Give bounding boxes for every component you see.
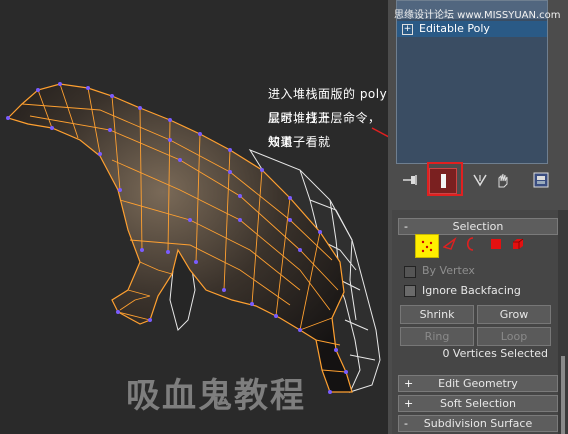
border-subobject-button[interactable] bbox=[463, 236, 479, 252]
by-vertex-checkbox[interactable] bbox=[404, 266, 416, 278]
annotation-line-3: 知道了 bbox=[268, 135, 306, 149]
pin-stack-icon bbox=[403, 175, 417, 185]
highlight-box bbox=[427, 162, 463, 196]
stack-item-label: Editable Poly bbox=[419, 22, 490, 35]
rollout-label: Soft Selection bbox=[440, 397, 516, 410]
element-icon bbox=[513, 238, 524, 249]
3d-viewport[interactable]: 进入堆栈面版的 poly 层时，打开 显示堆栈上层命令，效果一看就 知道了 吸血… bbox=[0, 0, 388, 434]
expand-sign: + bbox=[404, 377, 414, 390]
selection-rollout-header[interactable]: - Selection bbox=[398, 218, 558, 235]
element-subobject-button[interactable] bbox=[510, 236, 526, 252]
soft-selection-rollout[interactable]: + Soft Selection bbox=[398, 395, 558, 412]
by-vertex-label: By Vertex bbox=[422, 264, 475, 277]
shrink-button[interactable]: Shrink bbox=[400, 305, 474, 324]
subdivision-surface-rollout[interactable]: - Subdivision Surface bbox=[398, 415, 558, 432]
polygon-icon bbox=[491, 239, 501, 249]
remove-modifier-button[interactable] bbox=[492, 168, 514, 192]
ignore-backfacing-checkbox[interactable] bbox=[404, 285, 416, 297]
rollout-label: Edit Geometry bbox=[438, 377, 518, 390]
pin-stack-button[interactable] bbox=[398, 168, 422, 192]
configure-modifier-sets-icon bbox=[533, 172, 549, 188]
vertex-subobject-button[interactable] bbox=[415, 234, 439, 258]
remove-modifier-icon bbox=[498, 173, 508, 188]
ring-button[interactable]: Ring bbox=[400, 327, 474, 346]
selection-title: Selection bbox=[452, 220, 504, 233]
expand-sign: + bbox=[404, 397, 414, 410]
stack-item-editable-poly[interactable]: + Editable Poly bbox=[397, 21, 547, 37]
configure-modifier-sets-button[interactable] bbox=[530, 168, 552, 192]
site-watermark: 思缘设计论坛 www.MISSYUAN.com bbox=[394, 10, 561, 21]
polygon-subobject-button[interactable] bbox=[488, 236, 504, 252]
selection-status: 0 Vertices Selected bbox=[442, 347, 548, 360]
edge-subobject-button[interactable] bbox=[442, 236, 458, 252]
rollout-label: Subdivision Surface bbox=[423, 417, 533, 430]
watermark-text: 吸血鬼教程 bbox=[126, 376, 306, 416]
border-icon bbox=[466, 237, 474, 251]
loop-button[interactable]: Loop bbox=[477, 327, 551, 346]
collapse-sign: - bbox=[404, 220, 408, 233]
vertex-icon bbox=[421, 240, 433, 253]
make-unique-button[interactable] bbox=[469, 168, 491, 192]
grow-button[interactable]: Grow bbox=[477, 305, 551, 324]
collapse-sign: - bbox=[404, 417, 408, 430]
edit-geometry-rollout[interactable]: + Edit Geometry bbox=[398, 375, 558, 392]
make-unique-icon bbox=[473, 174, 487, 187]
panel-scroll-thumb[interactable] bbox=[561, 356, 565, 434]
edge-icon bbox=[443, 237, 457, 250]
ignore-backfacing-label: Ignore Backfacing bbox=[422, 284, 521, 297]
expand-icon[interactable]: + bbox=[402, 23, 413, 35]
modifier-stack-list[interactable]: + Editable Poly bbox=[396, 0, 548, 164]
